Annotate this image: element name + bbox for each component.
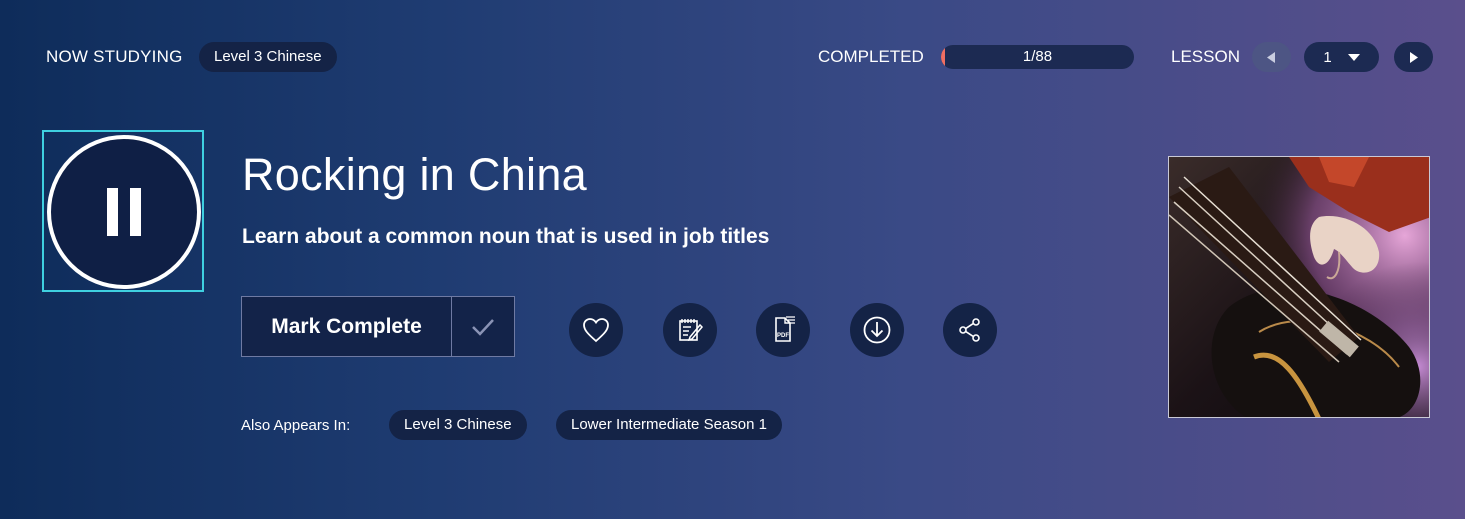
now-studying-course-pill[interactable]: Level 3 Chinese	[199, 42, 337, 72]
notes-button[interactable]	[663, 303, 717, 357]
share-icon	[959, 318, 980, 342]
triangle-right-icon	[1410, 51, 1418, 63]
pause-button[interactable]	[47, 135, 201, 289]
progress-bar: 1/88	[941, 45, 1134, 69]
notepad-icon	[679, 319, 704, 342]
pdf-button[interactable]: PDF	[756, 303, 810, 357]
lesson-number: 1	[1323, 48, 1332, 66]
lesson-label: LESSON	[1171, 47, 1240, 66]
share-button[interactable]	[943, 303, 997, 357]
course-tag[interactable]: Lower Intermediate Season 1	[556, 410, 782, 440]
audio-player[interactable]	[42, 130, 204, 292]
heart-icon	[583, 318, 609, 343]
mark-complete-label: Mark Complete	[242, 297, 452, 356]
lesson-number-select[interactable]: 1	[1304, 42, 1379, 72]
also-appears-label: Also Appears In:	[241, 417, 351, 434]
triangle-left-icon	[1267, 51, 1275, 63]
lesson-banner: NOW STUDYING Level 3 Chinese COMPLETED 1…	[0, 0, 1465, 519]
pause-icon	[107, 188, 118, 236]
caret-down-icon	[1347, 53, 1360, 61]
lesson-thumbnail	[1168, 156, 1430, 418]
now-studying-label: NOW STUDYING	[46, 47, 183, 66]
svg-text:PDF: PDF	[777, 333, 789, 339]
download-icon	[863, 316, 891, 344]
lesson-title: Rocking in China	[242, 149, 587, 200]
progress-text: 1/88	[1022, 48, 1053, 65]
pdf-icon: PDF	[775, 316, 795, 342]
previous-lesson-button[interactable]	[1252, 42, 1291, 72]
next-lesson-button[interactable]	[1394, 42, 1433, 72]
download-button[interactable]	[850, 303, 904, 357]
course-tag[interactable]: Level 3 Chinese	[389, 410, 527, 440]
completed-label: COMPLETED	[818, 47, 924, 66]
pause-icon-bar	[130, 188, 141, 236]
favorite-button[interactable]	[569, 303, 623, 357]
lesson-subtitle: Learn about a common noun that is used i…	[242, 225, 770, 248]
mark-complete-button[interactable]: Mark Complete	[241, 296, 515, 357]
checkmark-icon	[452, 297, 514, 356]
